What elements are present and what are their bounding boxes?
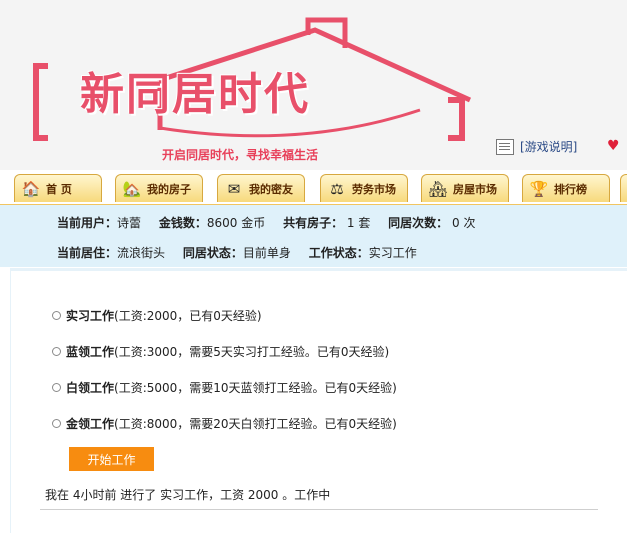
document-icon [496,138,514,155]
info-row-2: 当前居住：流浪街头 同居状态：目前单身 工作状态：实习工作 [57,244,431,261]
ranking-icon: 🏆 [529,179,549,198]
cohabit-status-label: 同居状态： [182,246,243,260]
main-nav: 🏠 首 页 🏡 我的房子 ✉ 我的密友 ⚖ 劳务市场 🏘 房屋市场 🏆 排行榜 [0,170,627,205]
job-option-goldcollar[interactable]: 金领工作 (工资:8000，需要20天白领打工经验。已有0天经验) [52,415,397,432]
current-user-value: 诗蕾 [117,216,142,230]
work-status-line: 我在 4小时前 进行了 实习工作，工资 2000 。工作中 [45,488,331,502]
game-help[interactable]: [游戏说明] [496,138,577,155]
job-desc: (工资:3000，需要5天实习打工经验。已有0天经验) [114,345,390,359]
residence-label: 当前居住： [57,246,118,260]
heart-icon[interactable]: ♥ [607,138,620,154]
job-radio[interactable] [52,347,61,356]
info-row-1: 当前用户：诗蕾 金钱数：8600 金币 共有房子： 1 套 同居次数： 0 次 [57,214,489,231]
job-radio[interactable] [52,419,61,428]
header-banner: 新同居时代 开启同居时代，寻找幸福生活 [游戏说明] ♥ [0,0,627,170]
tab-label: 排行榜 [554,182,587,196]
game-help-link[interactable]: [游戏说明] [520,138,577,155]
work-status-label: 工作状态： [308,246,369,260]
tab-more[interactable] [620,174,627,202]
work-status-value: 实习工作 [368,246,417,260]
tab-my-friends[interactable]: ✉ 我的密友 [217,174,305,202]
houses-value: 1 套 [343,216,371,230]
tab-label: 首 页 [46,182,72,196]
job-title: 白领工作 [66,381,115,395]
my-house-icon: 🏡 [122,179,142,198]
tab-label: 我的房子 [147,182,191,196]
cohabit-status-value: 目前单身 [242,246,291,260]
job-option-bluecollar[interactable]: 蓝领工作 (工资:3000，需要5天实习打工经验。已有0天经验) [52,343,389,360]
tab-my-house[interactable]: 🏡 我的房子 [115,174,203,202]
tab-house-market[interactable]: 🏘 房屋市场 [421,174,509,202]
cohabit-count-label: 同居次数： [388,216,449,230]
house-market-icon: 🏘 [428,179,448,198]
tab-labor-market[interactable]: ⚖ 劳务市场 [320,174,408,202]
job-title: 蓝领工作 [66,345,115,359]
job-desc: (工资:5000，需要10天蓝领打工经验。已有0天经验) [114,381,397,395]
cohabit-count-value: 0 次 [448,216,476,230]
tab-home[interactable]: 🏠 首 页 [14,174,102,202]
house-icon: 🏠 [21,179,41,198]
houses-label: 共有房子： [283,216,344,230]
slogan: 开启同居时代，寻找幸福生活 [162,148,319,162]
start-work-button[interactable]: 开始工作 [69,447,154,471]
tab-label: 劳务市场 [352,182,396,196]
job-option-intern[interactable]: 实习工作 (工资:2000，已有0天经验) [52,307,262,324]
logo-text: 新同居时代 [80,69,310,120]
divider [40,509,598,510]
residence-value: 流浪街头 [117,246,166,260]
money-value: 8600 金币 [206,216,266,230]
job-option-whitecollar[interactable]: 白领工作 (工资:5000，需要10天蓝领打工经验。已有0天经验) [52,379,397,396]
tab-label: 房屋市场 [453,182,497,196]
job-desc: (工资:8000，需要20天白领打工经验。已有0天经验) [114,417,397,431]
money-label: 金钱数： [158,216,207,230]
tab-ranking[interactable]: 🏆 排行榜 [522,174,610,202]
job-title: 实习工作 [66,309,115,323]
job-radio[interactable] [52,383,61,392]
current-user-label: 当前用户： [57,216,118,230]
job-radio[interactable] [52,311,61,320]
job-title: 金领工作 [66,417,115,431]
scale-icon: ⚖ [330,179,344,198]
job-desc: (工资:2000，已有0天经验) [114,309,262,323]
friend-envelope-icon: ✉ [227,179,241,198]
user-info-panel: 当前用户：诗蕾 金钱数：8600 金币 共有房子： 1 套 同居次数： 0 次 … [0,205,627,267]
tab-label: 我的密友 [249,182,293,196]
